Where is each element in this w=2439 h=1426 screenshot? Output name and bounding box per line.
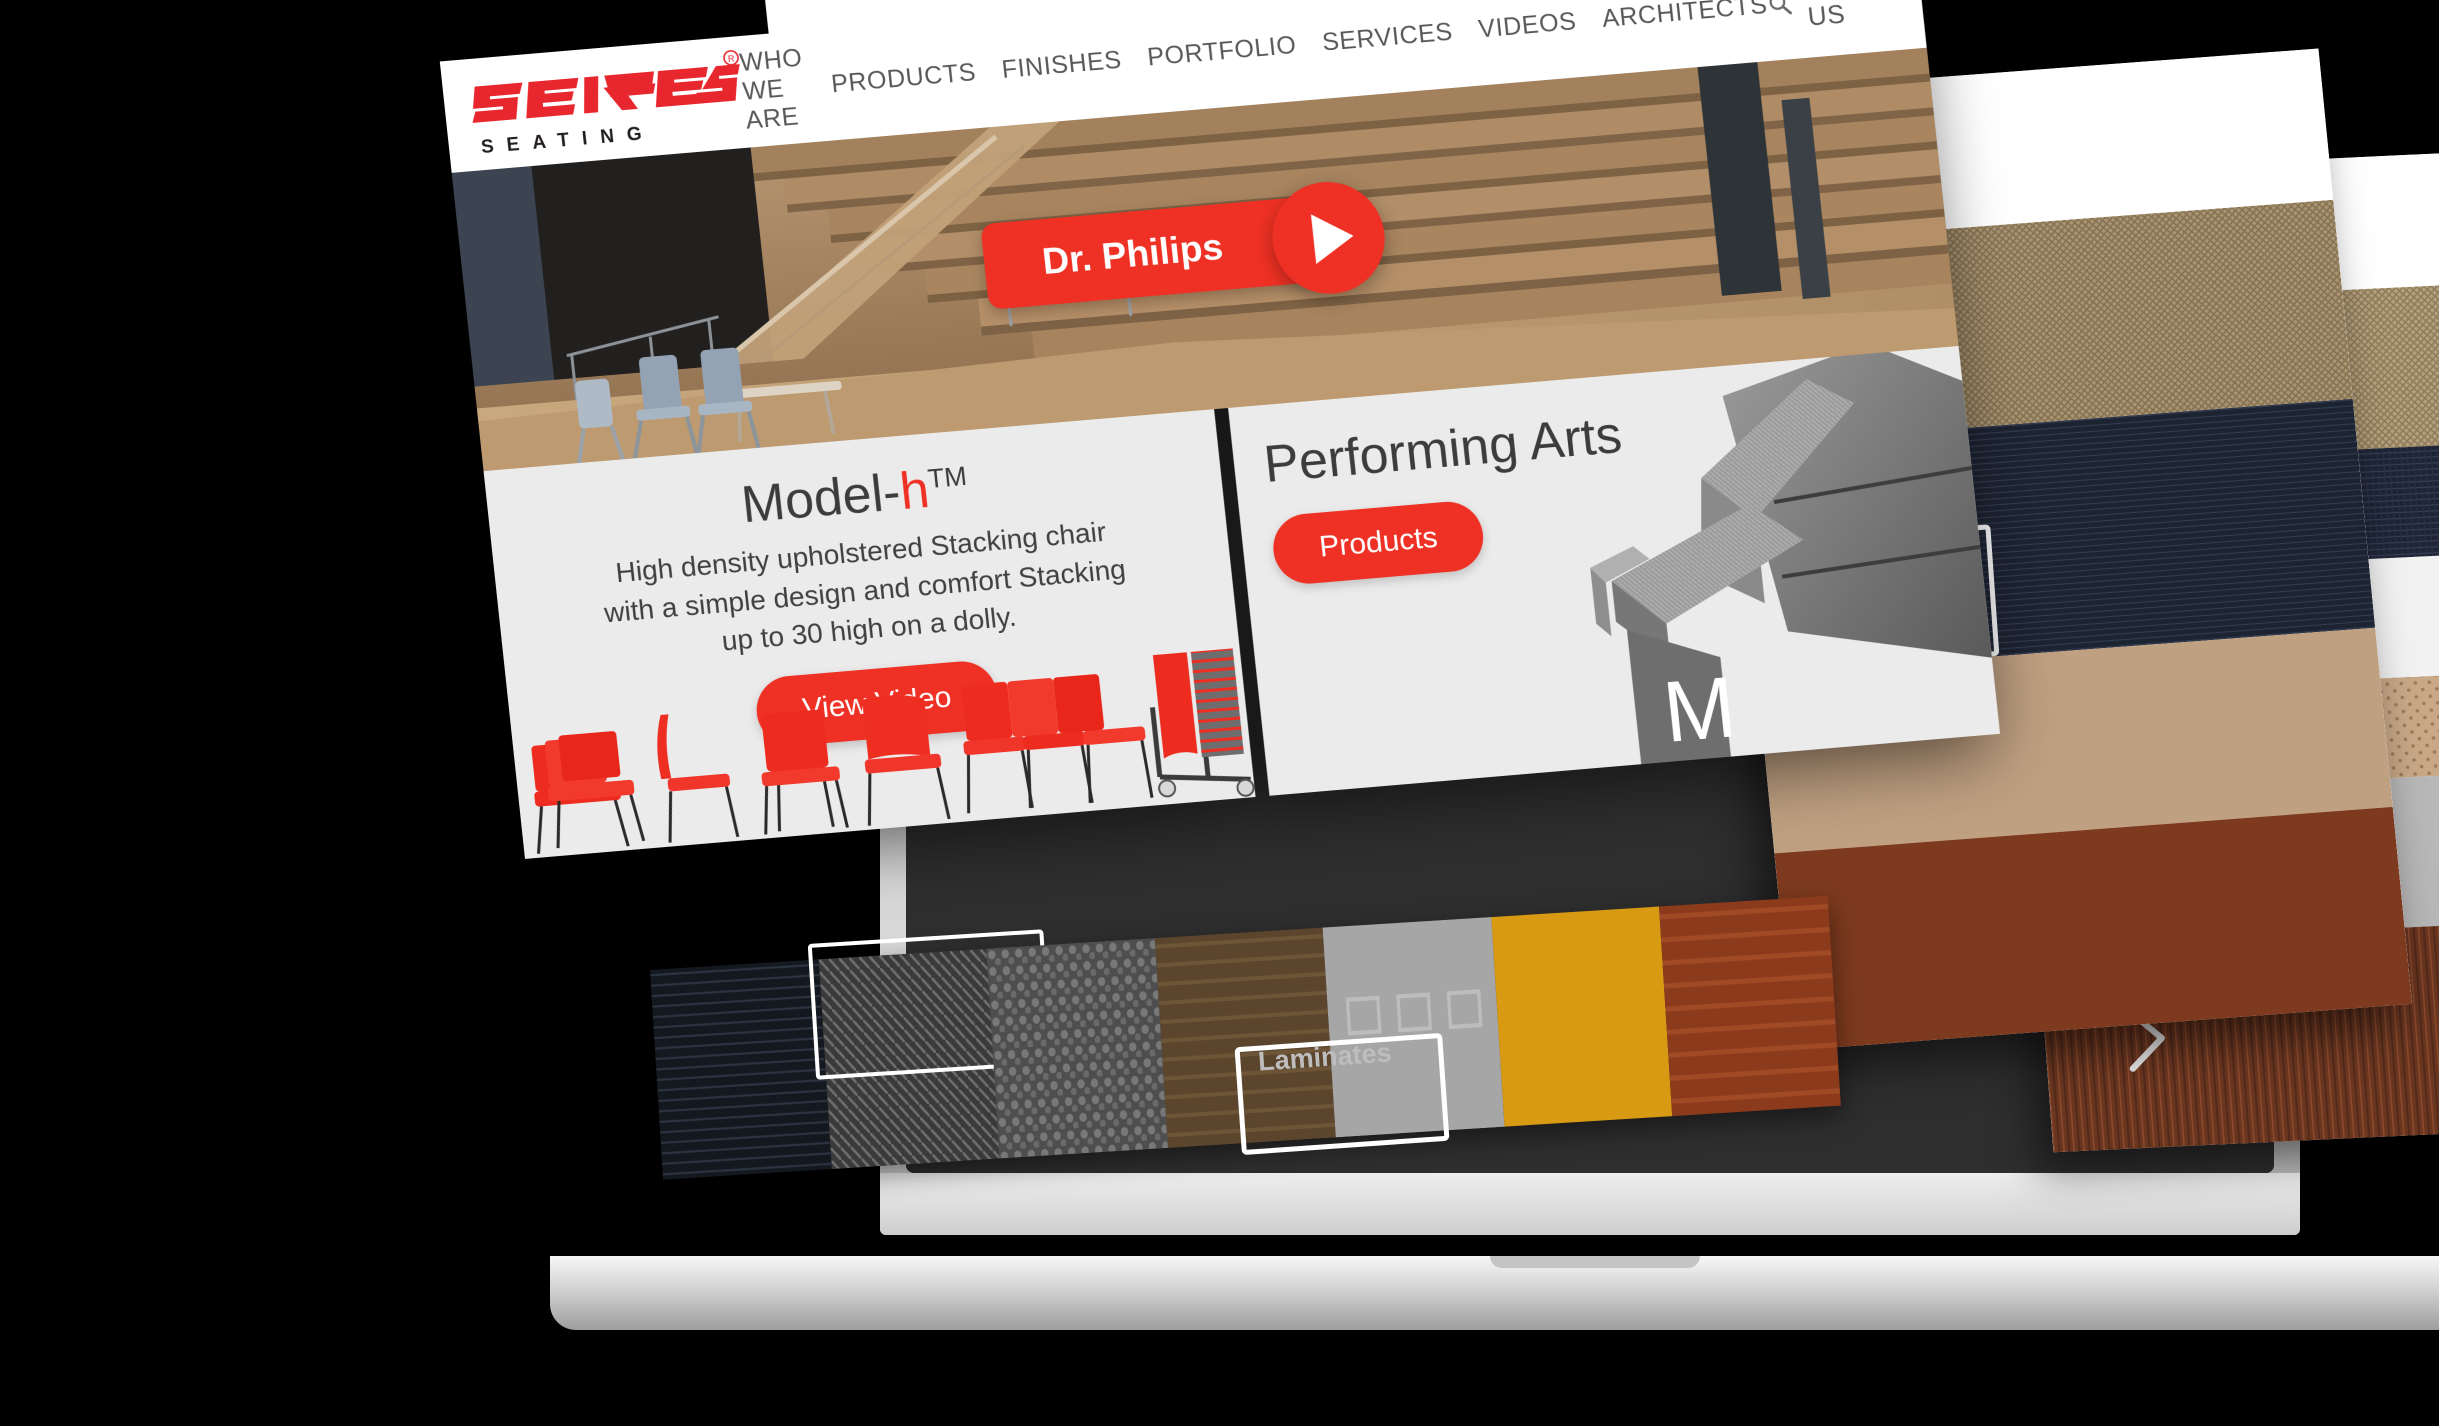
main-website-screen: What's New Blog 1.800.729.1190 [430, 0, 2011, 964]
products-button[interactable]: Products [1269, 499, 1487, 587]
nav-contact-label: CONTACT US [1803, 0, 1934, 32]
nav-item-products[interactable]: PRODUCTS [830, 58, 978, 99]
search-icon[interactable] [1766, 0, 1794, 21]
card-performing-arts: Performing Arts Products M [1228, 345, 2001, 796]
svg-text:R: R [727, 53, 735, 64]
swatch-fabrics[interactable] [650, 959, 832, 1180]
nav-item-videos[interactable]: VIDEOS [1477, 7, 1578, 44]
nav-item-services[interactable]: SERVICES [1321, 17, 1454, 57]
screenshot-stage: 800.729.1190 CONTACT US [0, 0, 2439, 1426]
card-model-h: Model-hTM High density upholstered Stack… [483, 409, 1256, 859]
model-h-trademark: TM [926, 461, 969, 495]
nav-item-architects[interactable]: ARCHITECTS [1601, 0, 1769, 33]
nav-item-who-we-are[interactable]: WHO WE ARE [738, 43, 810, 135]
seat-letter-m: M [1659, 659, 1741, 761]
model-h-title-prefix: Model- [738, 463, 904, 535]
swatch-gold[interactable] [1491, 906, 1673, 1127]
site-logo[interactable]: R SEATING [441, 48, 747, 162]
swatch-leather[interactable] [807, 929, 1052, 1170]
swatch-texture[interactable] [986, 938, 1168, 1159]
laptop-trackpad-notch [1490, 1256, 1700, 1268]
nav-contact-group[interactable]: CONTACT US [1764, 0, 1978, 36]
nav-item-finishes[interactable]: FINISHES [1000, 45, 1123, 84]
bouclé-texture [986, 938, 1168, 1159]
mahogany-texture [1659, 895, 1841, 1117]
play-triangle [1311, 210, 1357, 264]
fabric-texture [650, 959, 832, 1180]
swatch-mahogany[interactable] [1659, 895, 1841, 1117]
theater-seat-image: M [1590, 345, 2001, 765]
laptop-base [550, 1256, 2439, 1330]
laptop-chin [880, 1173, 2300, 1235]
nav-item-portfolio[interactable]: PORTFOLIO [1146, 31, 1298, 72]
